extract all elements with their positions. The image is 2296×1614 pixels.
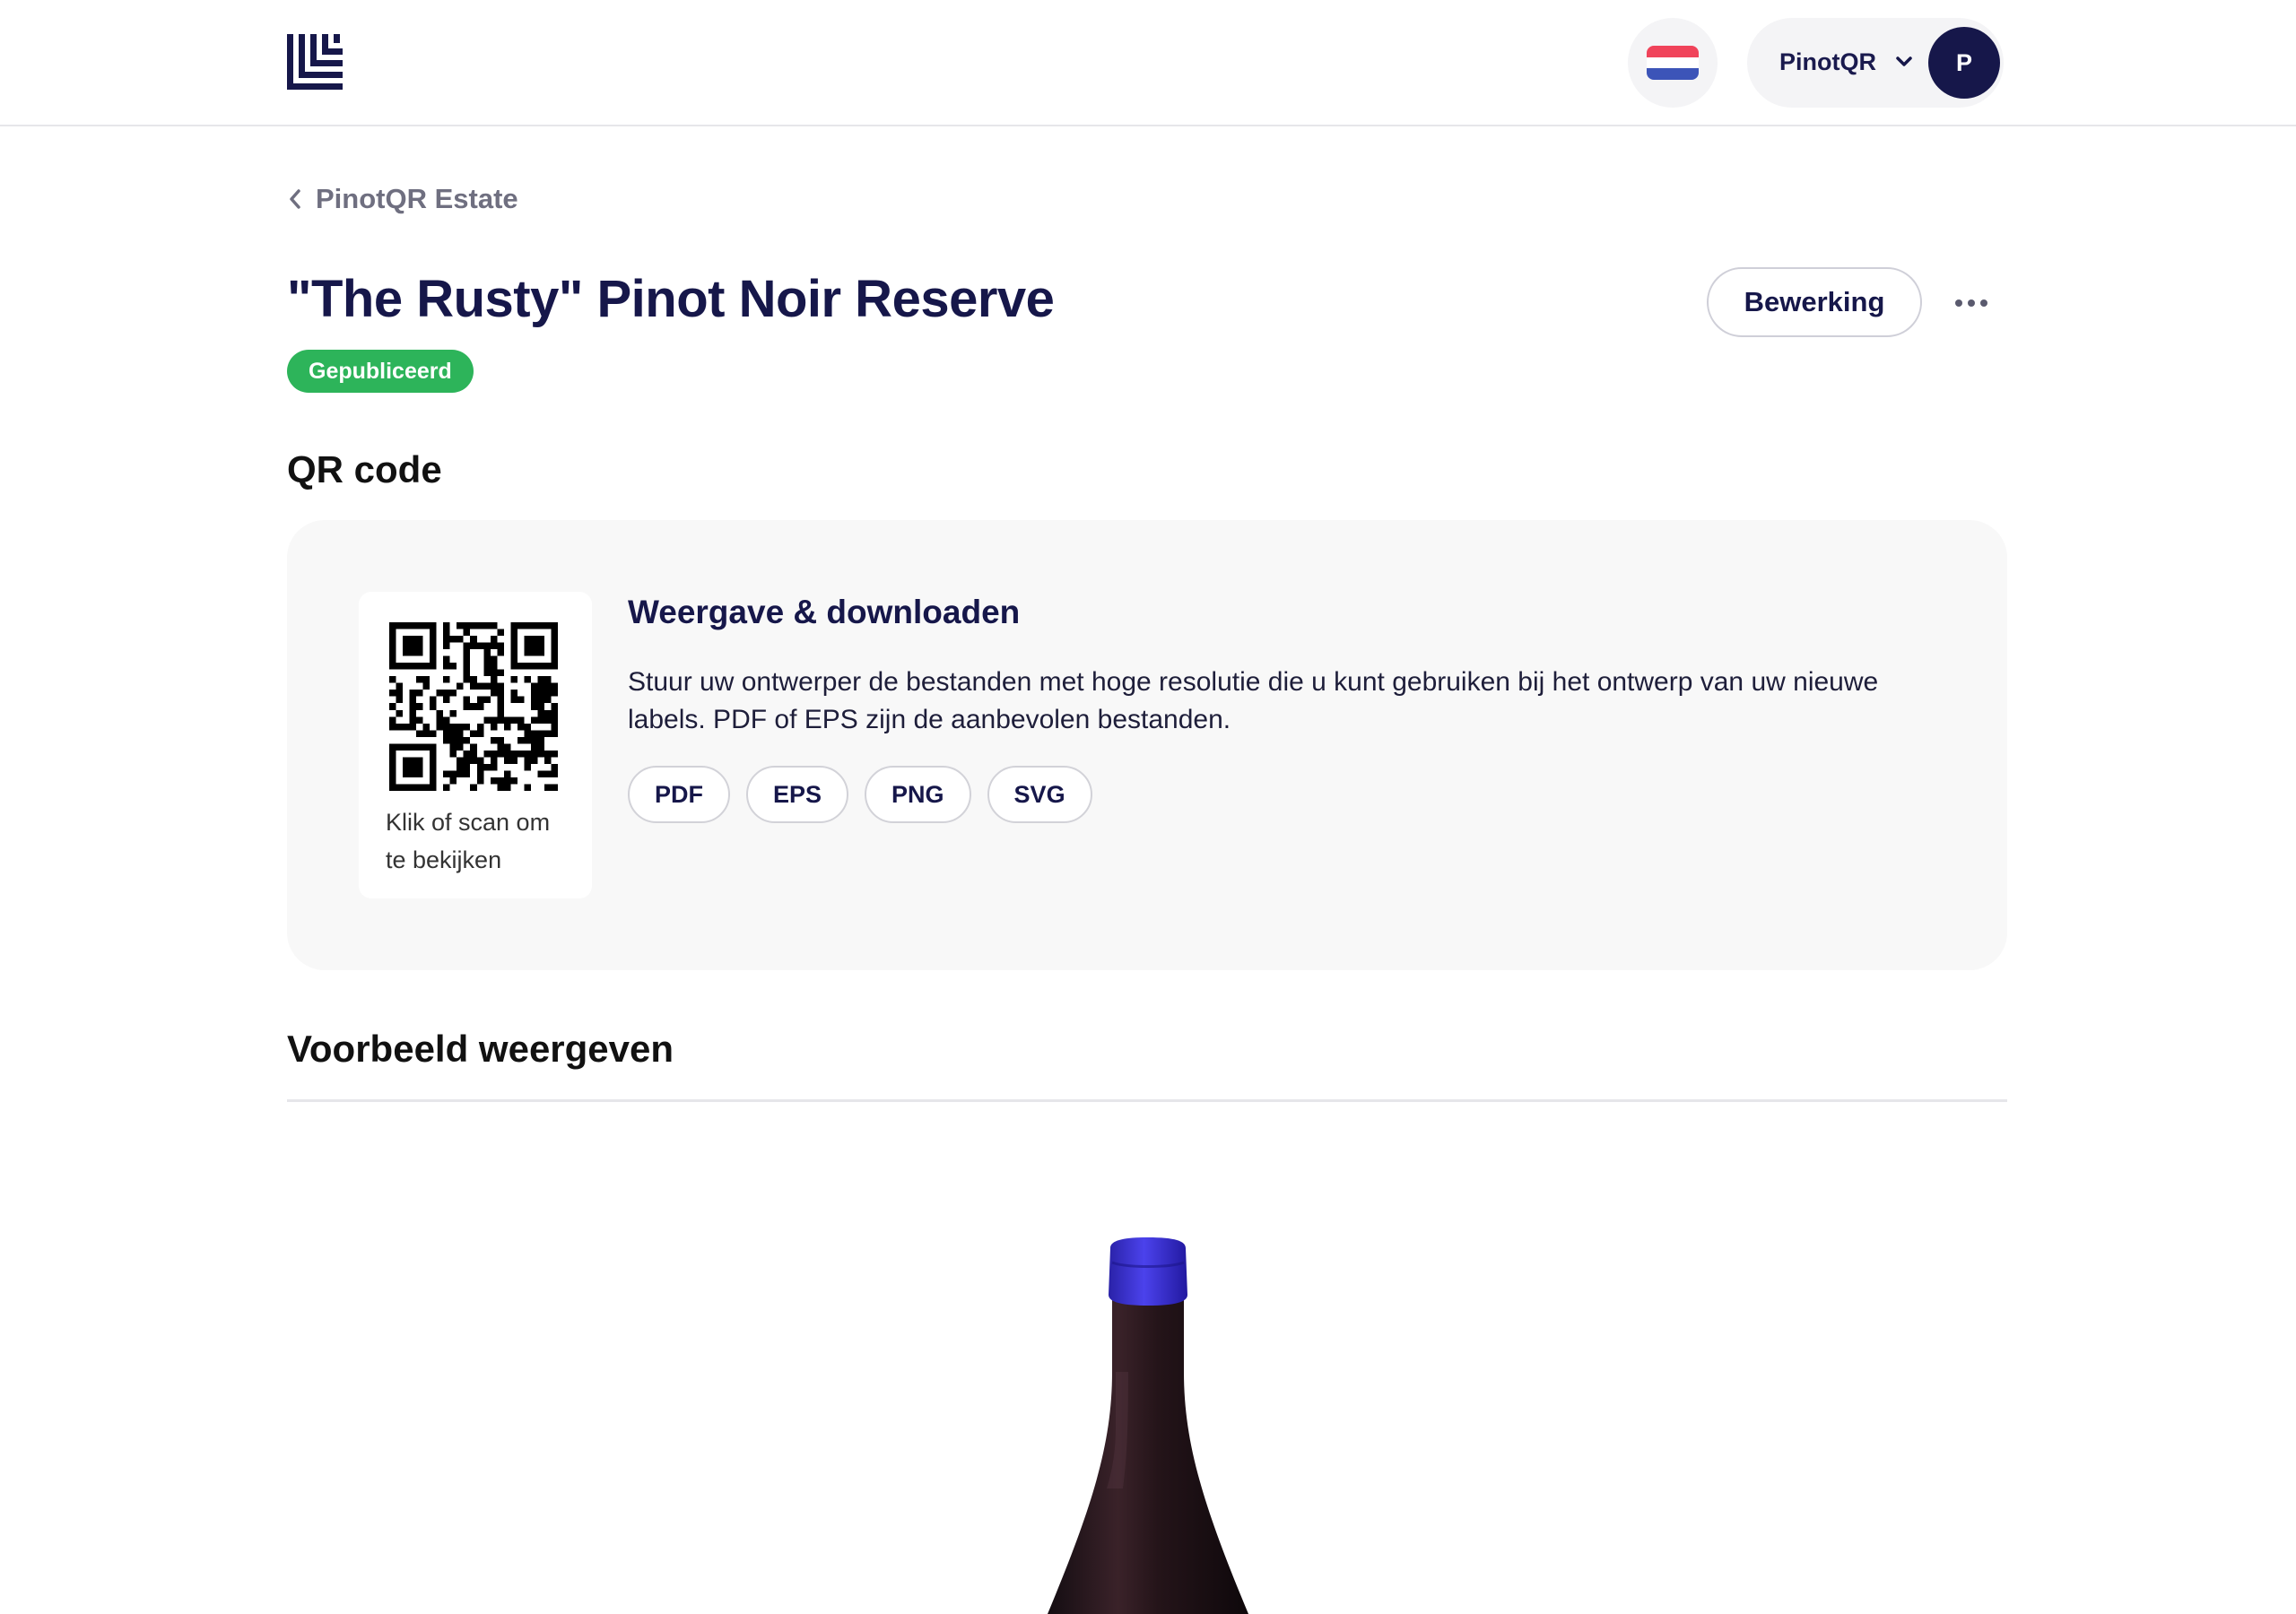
- status-badge: Gepubliceerd: [287, 350, 474, 393]
- chevron-down-icon: [1896, 56, 1912, 66]
- qr-code-card[interactable]: Klik of scan om te bekijken: [359, 592, 592, 898]
- download-format-buttons: PDF EPS PNG SVG: [628, 766, 1092, 823]
- account-name: PinotQR: [1779, 48, 1876, 75]
- qr-code-image[interactable]: [389, 622, 558, 791]
- wine-bottle-preview-image: [1048, 1237, 1248, 1614]
- brand-logo-icon[interactable]: [287, 34, 343, 90]
- download-png-button[interactable]: PNG: [865, 766, 971, 823]
- download-description: Stuur uw ontwerper de bestanden met hoge…: [628, 667, 1879, 734]
- breadcrumb-label: PinotQR Estate: [316, 183, 518, 214]
- section-divider: [287, 1099, 2007, 1102]
- netherlands-flag-icon: [1647, 46, 1699, 80]
- more-options-icon[interactable]: [1946, 278, 1996, 328]
- top-navigation-bar: PinotQR P: [0, 0, 2296, 126]
- download-pdf-button[interactable]: PDF: [628, 766, 730, 823]
- preview-section-heading: Voorbeeld weergeven: [287, 1028, 674, 1070]
- qr-caption: Klik of scan om te bekijken: [386, 809, 551, 873]
- qr-code-panel: Klik of scan om te bekijken Weergave & d…: [287, 520, 2007, 970]
- language-selector-button[interactable]: [1628, 18, 1718, 108]
- download-title: Weergave & downloaden: [628, 594, 1021, 630]
- account-menu-button[interactable]: PinotQR P: [1747, 18, 2004, 108]
- page-title: "The Rusty" Pinot Noir Reserve: [287, 270, 1055, 328]
- qr-section-heading: QR code: [287, 448, 442, 490]
- download-svg-button[interactable]: SVG: [987, 766, 1092, 823]
- breadcrumb-back-link[interactable]: PinotQR Estate: [285, 183, 518, 215]
- download-eps-button[interactable]: EPS: [746, 766, 849, 823]
- edit-button[interactable]: Bewerking: [1707, 267, 1922, 337]
- chevron-left-icon: [290, 189, 300, 209]
- avatar[interactable]: P: [1928, 27, 2000, 99]
